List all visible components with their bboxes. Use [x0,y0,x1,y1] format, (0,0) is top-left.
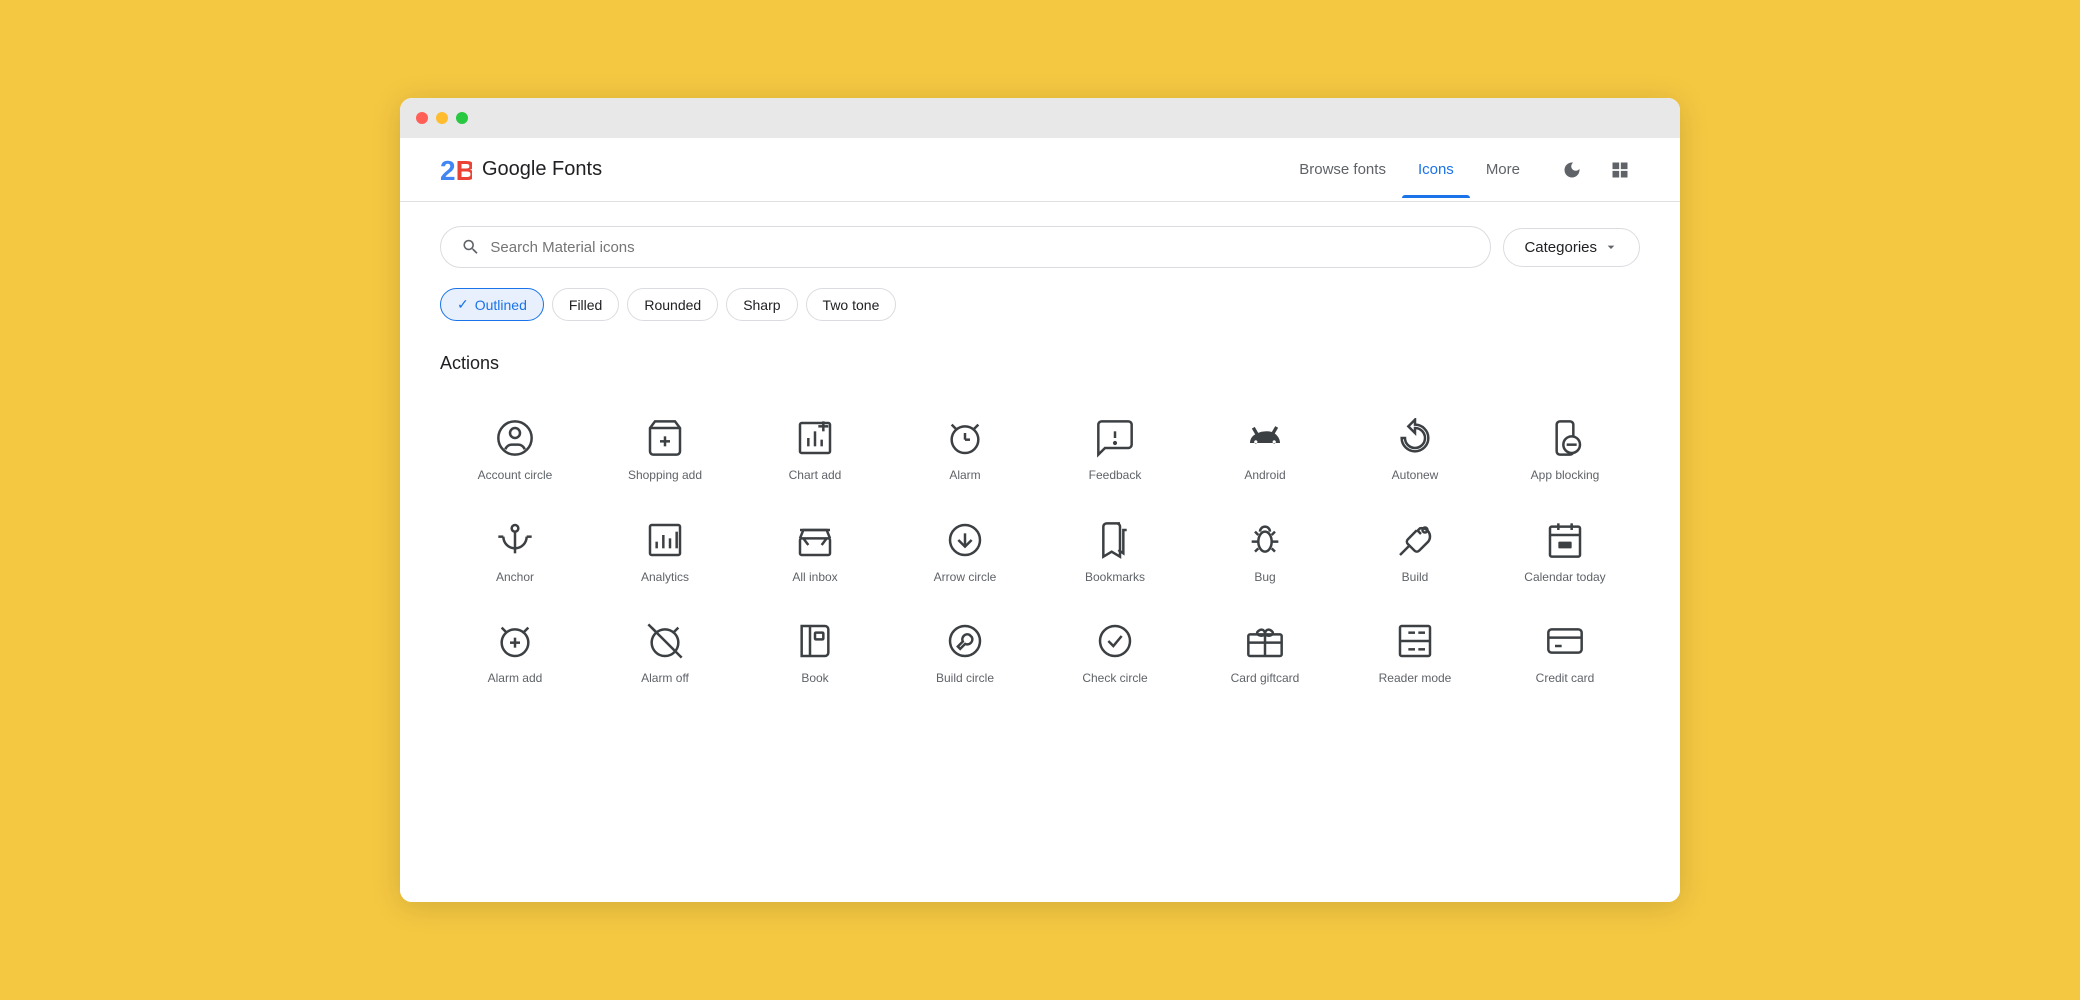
book-icon [795,621,835,661]
browser-window: 2B Google Fonts Browse fonts Icons More [400,98,1680,902]
build-circle-icon [945,621,985,661]
icon-alarm-off[interactable]: Alarm off [590,601,740,703]
icons-grid: Account circle Shopping add [440,398,1640,703]
icon-chart-add[interactable]: Chart add [740,398,890,500]
all-inbox-icon [795,520,835,560]
alarm-off-icon [645,621,685,661]
icon-arrow-circle[interactable]: Arrow circle [890,500,1040,602]
header: 2B Google Fonts Browse fonts Icons More [400,138,1680,202]
grid-icon [1610,160,1630,180]
app-blocking-icon [1545,418,1585,458]
icon-shopping-add[interactable]: Shopping add [590,398,740,500]
icon-account-circle[interactable]: Account circle [440,398,590,500]
credit-card-icon [1545,621,1585,661]
nav-icons[interactable]: Icons [1402,141,1470,198]
filter-rounded[interactable]: Rounded [627,288,718,321]
alarm-add-icon [495,621,535,661]
icon-autonew[interactable]: Autonew [1340,398,1490,500]
search-bar-container [440,226,1491,268]
icon-book[interactable]: Book [740,601,890,703]
nav-more[interactable]: More [1470,141,1536,198]
icon-credit-card[interactable]: Credit card [1490,601,1640,703]
filter-two-tone[interactable]: Two tone [806,288,897,321]
logo-text: Google Fonts [482,158,602,181]
chevron-down-icon [1603,239,1619,255]
icon-alarm[interactable]: Alarm [890,398,1040,500]
account-circle-icon [495,418,535,458]
filter-filled[interactable]: Filled [552,288,619,321]
icon-check-circle[interactable]: Check circle [1040,601,1190,703]
categories-button[interactable]: Categories [1503,228,1640,267]
icon-app-blocking[interactable]: App blocking [1490,398,1640,500]
feedback-icon [1095,418,1135,458]
main-nav: Browse fonts Icons More [1283,141,1536,198]
dark-mode-icon [1562,160,1582,180]
filter-row: ✓ Outlined Filled Rounded Sharp Two tone [440,288,1640,321]
calendar-today-icon [1545,520,1585,560]
check-icon: ✓ [457,296,469,313]
check-circle-icon [1095,621,1135,661]
icon-calendar-today[interactable]: Calendar today [1490,500,1640,602]
filter-outlined[interactable]: ✓ Outlined [440,288,544,321]
browser-chrome [400,98,1680,138]
section-title-actions: Actions [440,353,1640,374]
icon-card-giftcard[interactable]: Card giftcard [1190,601,1340,703]
icon-anchor[interactable]: Anchor [440,500,590,602]
search-icon [461,237,480,257]
logo-icon: 2B [440,154,472,186]
icon-alarm-add[interactable]: Alarm add [440,601,590,703]
grid-view-button[interactable] [1600,150,1640,190]
autonew-icon [1395,418,1435,458]
reader-mode-icon [1395,621,1435,661]
nav-browse-fonts[interactable]: Browse fonts [1283,141,1402,198]
icon-feedback[interactable]: Feedback [1040,398,1190,500]
icon-reader-mode[interactable]: Reader mode [1340,601,1490,703]
chart-add-icon [795,418,835,458]
svg-text:2B: 2B [440,155,472,186]
shopping-add-icon [645,418,685,458]
anchor-icon [495,520,535,560]
logo: 2B Google Fonts [440,154,1283,186]
maximize-dot[interactable] [456,112,468,124]
analytics-icon [645,520,685,560]
card-giftcard-icon [1245,621,1285,661]
icon-all-inbox[interactable]: All inbox [740,500,890,602]
android-icon [1245,418,1285,458]
minimize-dot[interactable] [436,112,448,124]
search-input[interactable] [490,239,1470,256]
bug-icon [1245,520,1285,560]
close-dot[interactable] [416,112,428,124]
alarm-icon [945,418,985,458]
main-content: Categories ✓ Outlined Filled Rounded Sha… [400,202,1680,902]
bookmarks-icon [1095,520,1135,560]
icon-build-circle[interactable]: Build circle [890,601,1040,703]
icon-android[interactable]: Android [1190,398,1340,500]
icon-bug[interactable]: Bug [1190,500,1340,602]
theme-toggle-button[interactable] [1552,150,1592,190]
build-icon [1395,520,1435,560]
arrow-circle-icon [945,520,985,560]
icon-analytics[interactable]: Analytics [590,500,740,602]
search-row: Categories [440,226,1640,268]
filter-sharp[interactable]: Sharp [726,288,797,321]
icon-bookmarks[interactable]: Bookmarks [1040,500,1190,602]
icon-build[interactable]: Build [1340,500,1490,602]
header-icons [1552,150,1640,190]
